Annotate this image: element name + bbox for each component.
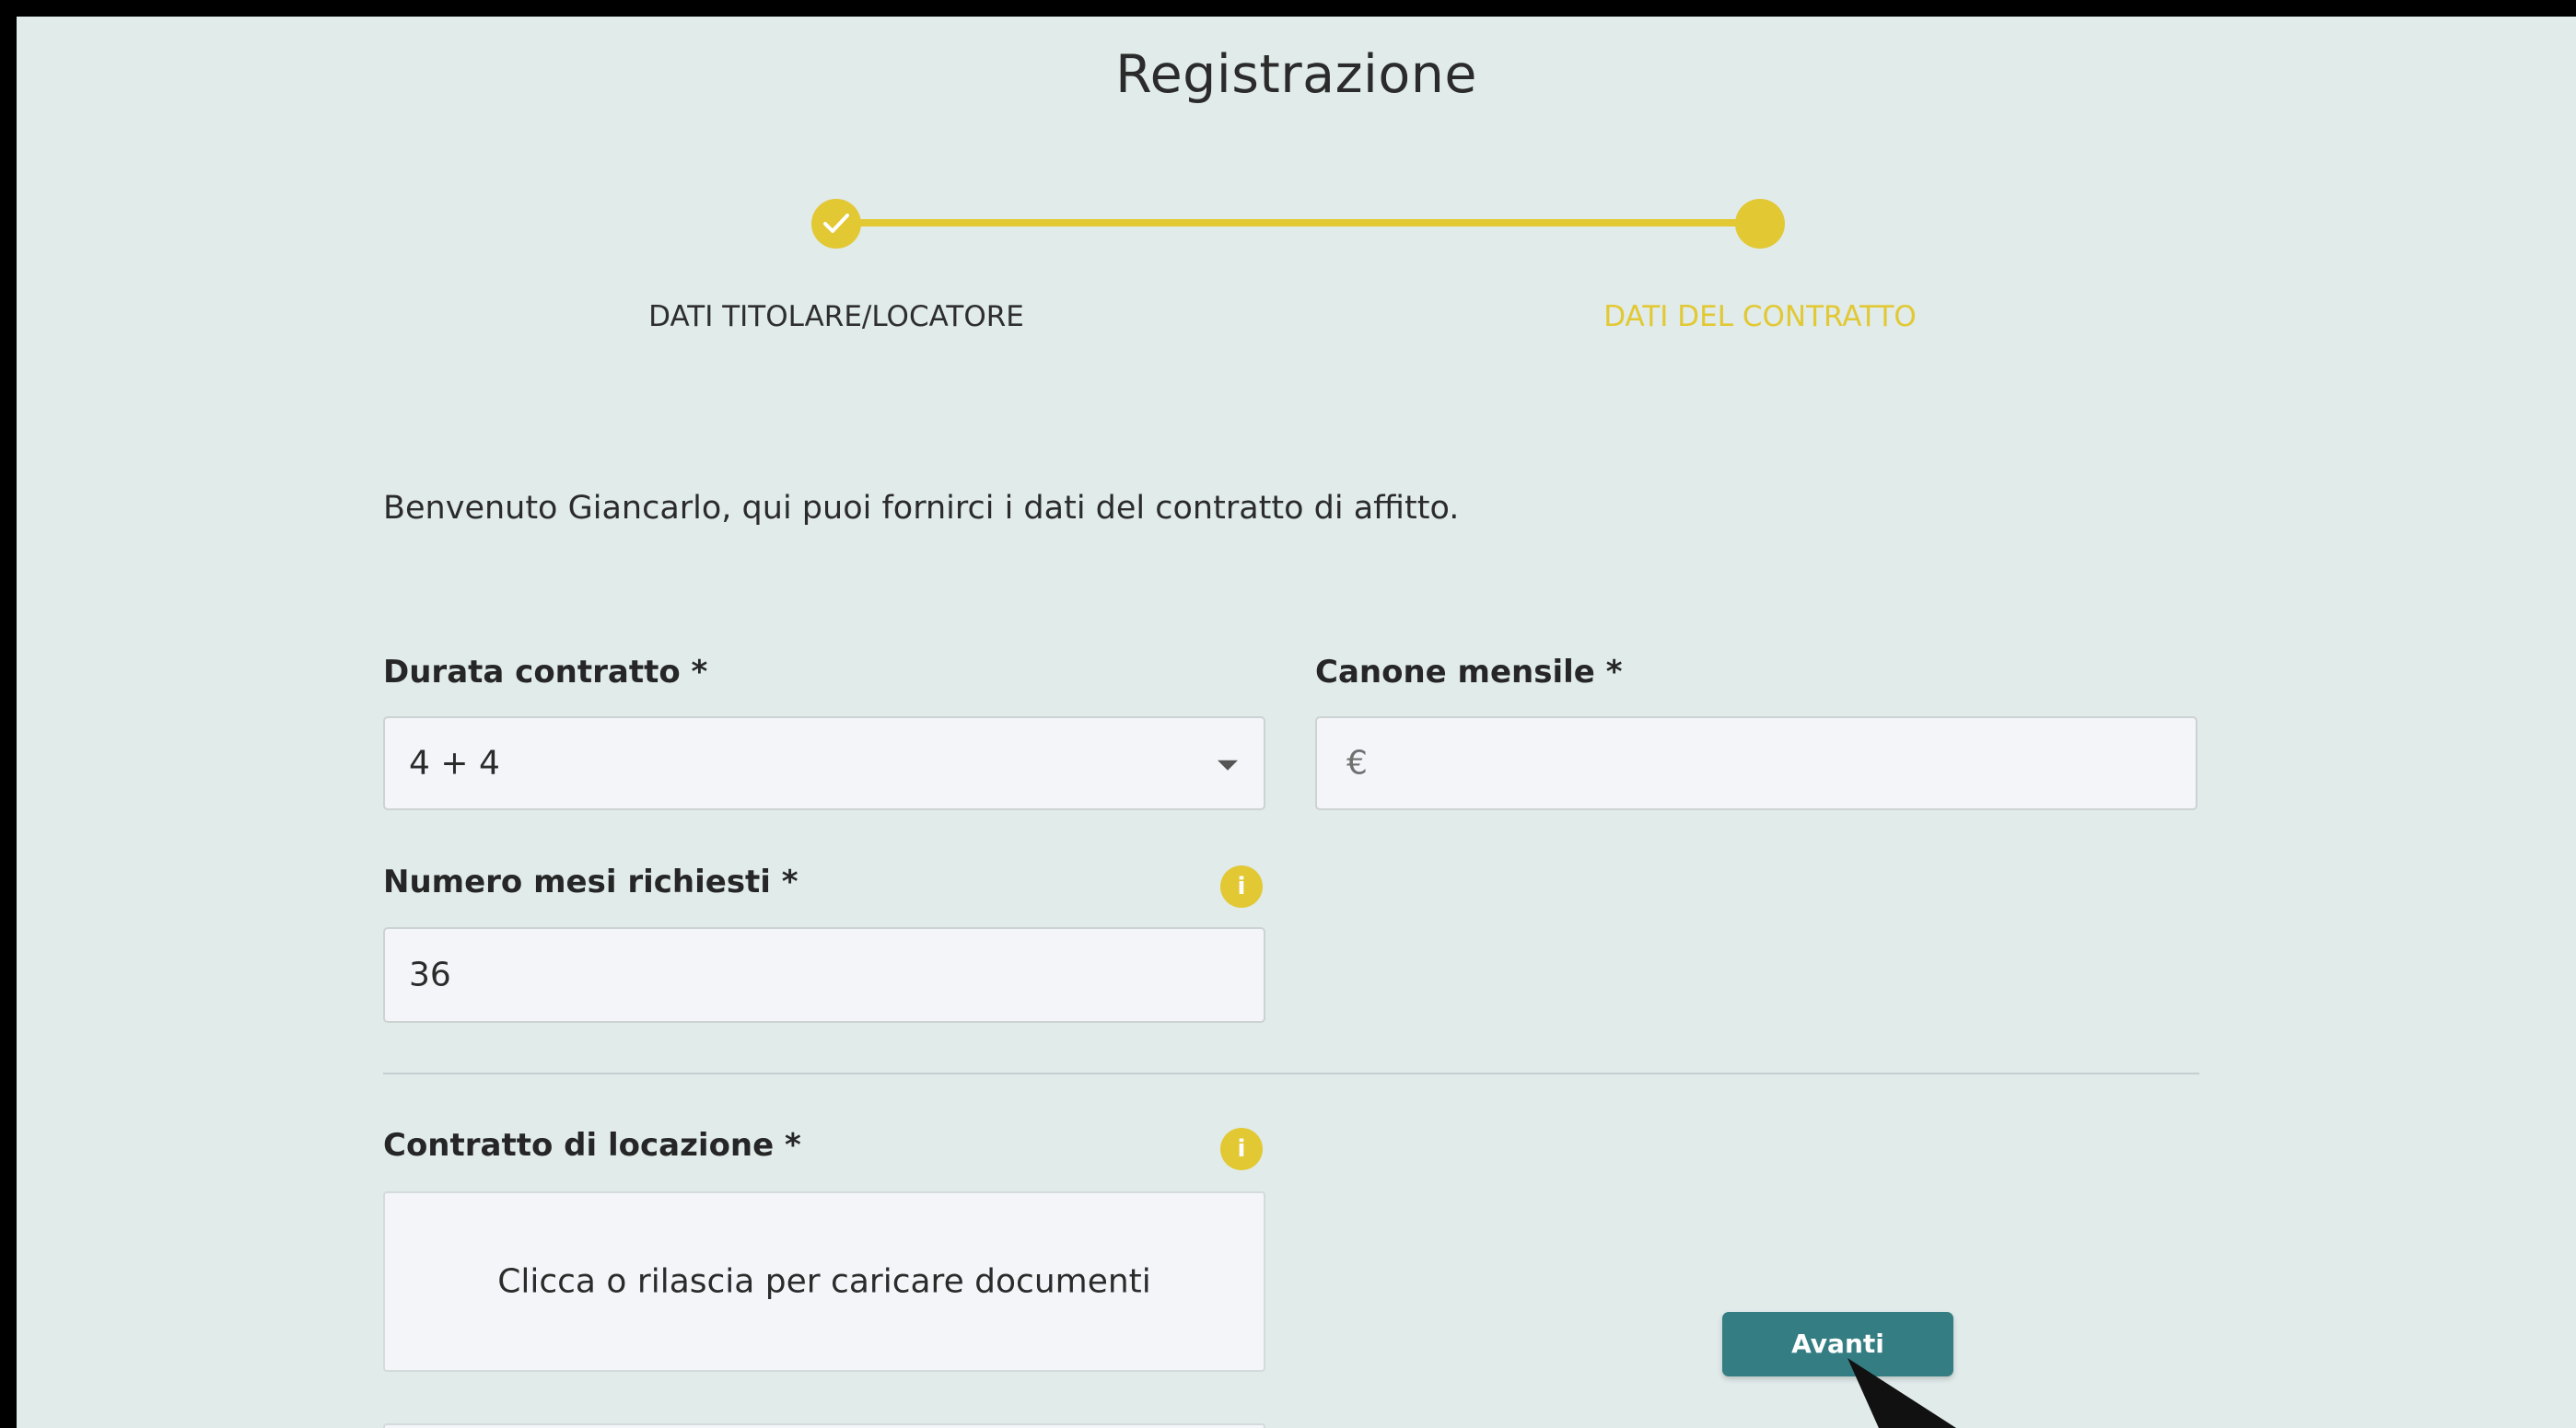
welcome-message: Benvenuto Giancarlo, qui puoi fornirci i… <box>383 490 1460 527</box>
section-divider <box>383 1073 2199 1074</box>
app-frame: Registrazione DATI TITOLARE/LOCATORE DAT… <box>17 17 2576 1428</box>
numero-mesi-input[interactable]: 36 <box>383 927 1265 1023</box>
canone-mensile-label: Canone mensile * <box>1315 654 1623 691</box>
contratto-upload-dropzone[interactable]: Clicca o rilascia per caricare documenti <box>383 1191 1265 1372</box>
next-field-partial[interactable] <box>383 1423 1265 1428</box>
info-icon[interactable]: i <box>1220 865 1263 908</box>
contratto-locazione-label: Contratto di locazione * <box>383 1127 801 1164</box>
durata-contratto-select[interactable]: 4 + 4 <box>383 716 1265 810</box>
upload-instructions: Clicca o rilascia per caricare documenti <box>497 1262 1151 1301</box>
step-2-label[interactable]: DATI DEL CONTRATTO <box>1438 300 2082 333</box>
page-title: Registrazione <box>1115 44 1477 105</box>
mouse-cursor-icon <box>1847 1358 1956 1428</box>
durata-contratto-value: 4 + 4 <box>409 744 500 783</box>
currency-placeholder: € <box>1346 744 1368 783</box>
step-1-completed-indicator[interactable] <box>811 199 861 249</box>
stepper-progress-line <box>853 219 1761 226</box>
info-icon[interactable]: i <box>1220 1128 1263 1170</box>
numero-mesi-label: Numero mesi richiesti * <box>383 864 798 900</box>
step-1-label[interactable]: DATI TITOLARE/LOCATORE <box>514 300 1159 333</box>
chevron-down-icon[interactable] <box>1218 760 1238 771</box>
numero-mesi-value: 36 <box>409 956 451 994</box>
durata-contratto-label: Durata contratto * <box>383 654 708 691</box>
canone-mensile-input[interactable]: € <box>1315 716 2197 810</box>
check-icon <box>823 214 849 233</box>
step-2-active-indicator[interactable] <box>1735 199 1785 249</box>
